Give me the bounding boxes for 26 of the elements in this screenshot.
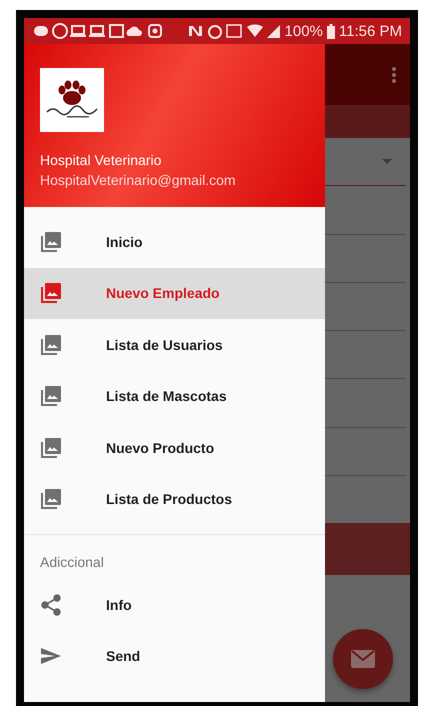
gallery-icon: [40, 385, 62, 408]
battery-icon: [326, 24, 335, 38]
paw-logo-drawing: [45, 80, 99, 120]
more-options-icon[interactable]: [392, 66, 396, 82]
gallery-icon: [40, 488, 62, 510]
hospital-name: Hospital Veterinario: [40, 152, 162, 168]
gallery-icon: [40, 334, 62, 356]
mail-fab-button[interactable]: [333, 629, 393, 689]
mail-icon: [351, 650, 375, 668]
share-icon: [40, 594, 62, 616]
section-title: Adiccional: [39, 553, 105, 572]
gallery-icon: [40, 230, 62, 253]
battery-percentage: 100%: [284, 22, 323, 40]
menu-item[interactable]: Nuevo Producto: [24, 422, 325, 474]
gallery-icon: [40, 282, 62, 304]
clock-time: 11:56 PM: [338, 22, 402, 40]
menu-item[interactable]: Lista de Productos: [24, 474, 325, 525]
menu-item[interactable]: Send: [24, 630, 325, 682]
menu-item[interactable]: Inicio: [24, 216, 325, 268]
menu-item[interactable]: Lista de Mascotas: [24, 370, 325, 422]
gallery-icon: [40, 436, 62, 459]
menu-item[interactable]: Lista de Usuarios: [24, 319, 325, 370]
menu-item[interactable]: Info: [24, 579, 325, 630]
dropdown-caret-icon[interactable]: [382, 159, 392, 164]
menu-item[interactable]: Nuevo Empleado: [24, 268, 325, 319]
account-email: HospitalVeterinario@gmail.com: [40, 172, 237, 188]
